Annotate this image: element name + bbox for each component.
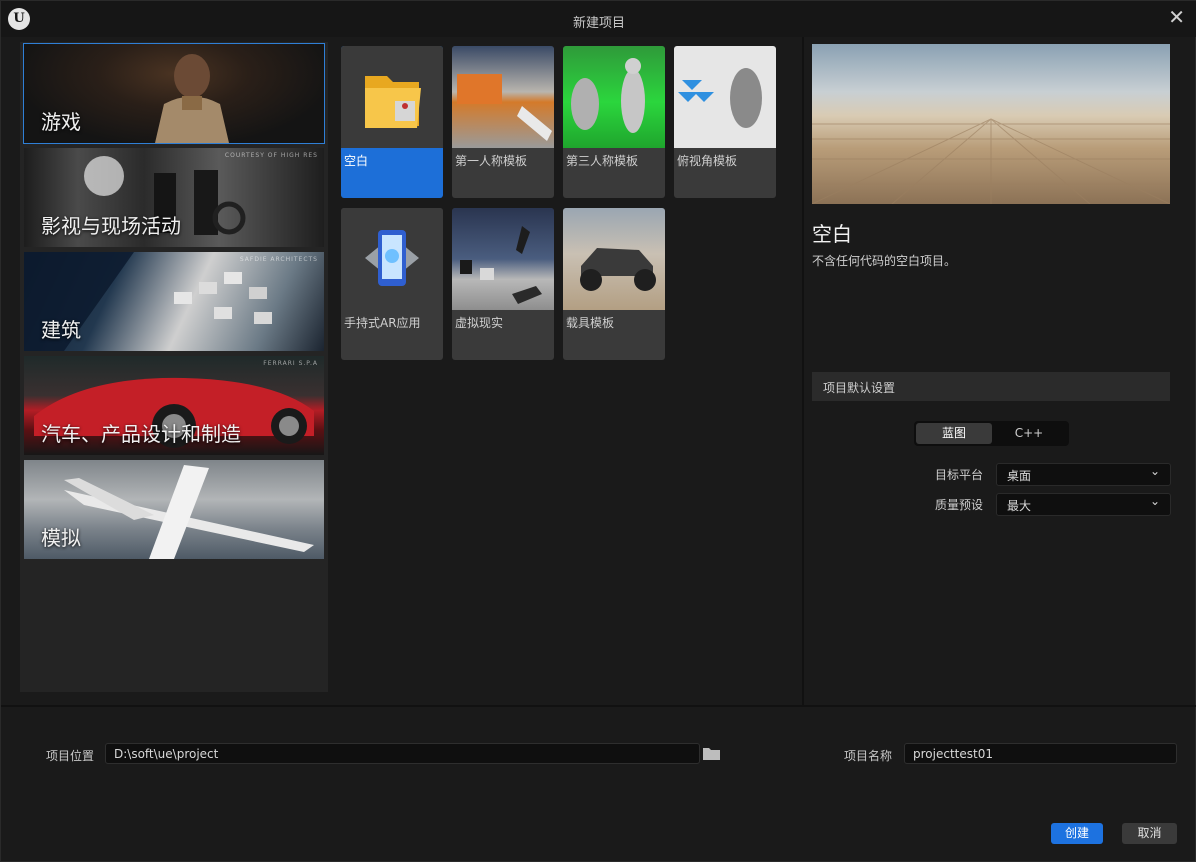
first-person-art — [457, 74, 552, 141]
template-name: 俯视角模板 — [677, 154, 738, 168]
template-first-person[interactable]: 第一人称模板 — [452, 46, 554, 198]
category-label: 游戏 — [41, 110, 81, 134]
image-credit: COURTESY OF HIGH RES — [224, 152, 318, 159]
project-name-input[interactable]: projecttest01 — [904, 743, 1177, 764]
phone-ar-art — [365, 230, 419, 286]
phone-ar-icon — [341, 208, 443, 310]
browse-folder-icon[interactable] — [703, 746, 720, 760]
template-name: 载具模板 — [566, 316, 615, 330]
folder-glyph — [703, 748, 720, 760]
category-architecture[interactable]: SAFDIE ARCHITECTS 建筑 — [24, 252, 324, 351]
template-handheld-ar[interactable]: 手持式AR应用 — [341, 208, 443, 360]
category-label: 汽车、产品设计和制造 — [41, 422, 241, 446]
template-name: 虚拟现实 — [455, 316, 504, 330]
top-down-art — [678, 68, 762, 128]
template-name: 第三人称模板 — [566, 154, 639, 168]
input-value: D:\soft\ue\project — [114, 747, 219, 761]
create-button[interactable]: 创建 — [1051, 823, 1103, 844]
template-name: 空白 — [344, 154, 369, 168]
chevron-down-icon: ⌄ — [1149, 464, 1160, 478]
category-game[interactable]: 游戏 — [23, 43, 325, 144]
preview-floor-art — [811, 118, 1171, 205]
cancel-button[interactable]: 取消 — [1122, 823, 1177, 844]
vr-thumb — [452, 208, 554, 310]
title-bar: U 新建项目 ✕ — [1, 1, 1196, 37]
category-label: 模拟 — [41, 526, 81, 550]
quality-preset-dropdown[interactable]: 最大 ⌄ — [996, 493, 1171, 516]
section-title: 项目默认设置 — [823, 381, 896, 395]
category-label: 影视与现场活动 — [41, 214, 181, 238]
window-title: 新建项目 — [572, 16, 625, 31]
category-film[interactable]: COURTESY OF HIGH RES 影视与现场活动 — [24, 148, 324, 247]
top-down-thumb — [674, 46, 776, 148]
close-icon[interactable]: ✕ — [1168, 5, 1185, 29]
template-vr[interactable]: 虚拟现实 — [452, 208, 554, 360]
template-title: 空白 — [812, 222, 852, 246]
blueprint-option[interactable]: 蓝图 — [916, 423, 992, 444]
new-project-dialog: U 新建项目 ✕ 游戏 COURTESY OF HIGH RES 影视与现场活动 — [0, 0, 1196, 862]
target-platform-dropdown[interactable]: 桌面 ⌄ — [996, 463, 1171, 486]
vehicle-art — [580, 248, 656, 291]
target-platform-label: 目标平台 — [935, 468, 984, 482]
image-credit: SAFDIE ARCHITECTS — [239, 256, 318, 263]
horizontal-divider — [1, 705, 1196, 707]
template-thumbnail — [341, 46, 443, 148]
template-name: 第一人称模板 — [455, 154, 528, 168]
third-person-art — [571, 58, 645, 133]
category-label: 建筑 — [41, 318, 81, 342]
third-person-thumb — [563, 46, 665, 148]
quality-preset-label: 质量预设 — [935, 498, 984, 512]
project-location-label: 项目位置 — [46, 749, 95, 763]
input-value: projecttest01 — [913, 747, 993, 761]
vr-art — [460, 226, 542, 304]
project-defaults-header: 项目默认设置 — [812, 372, 1170, 401]
template-vehicle[interactable]: 载具模板 — [563, 208, 665, 360]
project-name-label: 项目名称 — [844, 749, 893, 763]
folder-icon — [365, 76, 421, 128]
vehicle-thumb — [563, 208, 665, 310]
template-top-down[interactable]: 俯视角模板 — [674, 46, 776, 198]
language-toggle: 蓝图 C++ — [914, 421, 1069, 446]
template-name: 手持式AR应用 — [344, 316, 421, 330]
template-blank[interactable]: 空白 — [341, 46, 443, 198]
dropdown-value: 最大 — [1007, 499, 1032, 513]
category-automotive[interactable]: FERRARI S.P.A 汽车、产品设计和制造 — [24, 356, 324, 455]
template-preview-image — [811, 44, 1171, 205]
category-panel: 游戏 COURTESY OF HIGH RES 影视与现场活动 SAFDIE A… — [20, 42, 328, 692]
cpp-option[interactable]: C++ — [991, 423, 1067, 444]
first-person-thumb — [452, 46, 554, 148]
project-location-input[interactable]: D:\soft\ue\project — [105, 743, 700, 764]
chevron-down-icon: ⌄ — [1149, 494, 1160, 508]
dropdown-value: 桌面 — [1007, 469, 1032, 483]
image-credit: FERRARI S.P.A — [263, 360, 318, 367]
vertical-divider — [802, 37, 804, 705]
category-simulation[interactable]: 模拟 — [24, 460, 324, 559]
template-description: 不含任何代码的空白项目。 — [812, 254, 957, 268]
template-third-person[interactable]: 第三人称模板 — [563, 46, 665, 198]
